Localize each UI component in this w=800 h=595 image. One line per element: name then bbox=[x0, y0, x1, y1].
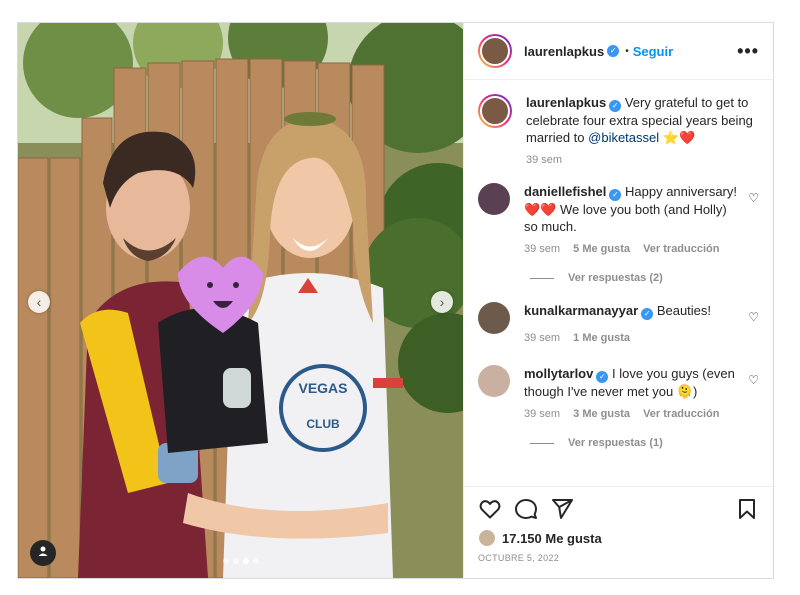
comment-username[interactable]: daniellefishel bbox=[524, 184, 606, 199]
comment-text: Beauties! bbox=[656, 303, 712, 318]
post-date[interactable]: OCTUBRE 5, 2022 bbox=[478, 553, 759, 563]
likes-count[interactable]: 17.150 Me gusta bbox=[502, 531, 602, 546]
comment-avatar[interactable] bbox=[478, 365, 510, 397]
replies-divider bbox=[530, 277, 554, 279]
verified-icon: ✓ bbox=[609, 189, 622, 201]
replies-divider bbox=[530, 442, 554, 444]
caption-mention[interactable]: @biketassel bbox=[588, 130, 659, 145]
carousel-dot-active bbox=[242, 558, 249, 564]
comment-username[interactable]: mollytarlov bbox=[524, 366, 593, 381]
verified-icon: ✓ bbox=[596, 371, 609, 383]
comment-avatar[interactable] bbox=[478, 302, 510, 334]
comment-likes[interactable]: 5 Me gusta bbox=[573, 243, 630, 255]
comment-time[interactable]: 39 sem bbox=[524, 243, 560, 255]
caption: laurenlapkus ✓ Very grateful to get to ce… bbox=[478, 94, 759, 169]
heart-icon[interactable] bbox=[478, 497, 502, 521]
svg-text:CLUB: CLUB bbox=[306, 417, 340, 431]
comments-list: laurenlapkus ✓ Very grateful to get to ce… bbox=[464, 80, 773, 486]
verified-icon: ✓ bbox=[609, 100, 622, 112]
post-actions-area: 17.150 Me gusta OCTUBRE 5, 2022 bbox=[464, 486, 773, 578]
verified-icon: ✓ bbox=[607, 45, 620, 57]
carousel-indicator bbox=[222, 558, 259, 564]
like-comment-heart-icon[interactable]: ♡ bbox=[748, 191, 759, 205]
carousel-prev-button[interactable]: ‹ bbox=[28, 291, 50, 313]
caption-username[interactable]: laurenlapkus bbox=[526, 95, 606, 110]
view-replies-label: Ver respuestas (1) bbox=[568, 437, 663, 449]
comment-likes[interactable]: 1 Me gusta bbox=[573, 332, 630, 344]
like-comment-heart-icon[interactable]: ♡ bbox=[748, 373, 759, 387]
post-photo[interactable]: VEGAS CLUB ‹ › bbox=[18, 23, 463, 578]
translate-link[interactable]: Ver traducción bbox=[643, 243, 719, 255]
verified-icon: ✓ bbox=[641, 308, 654, 320]
translate-link[interactable]: Ver traducción bbox=[643, 408, 719, 420]
view-replies[interactable]: Ver respuestas (2) bbox=[530, 272, 759, 284]
like-comment-heart-icon[interactable]: ♡ bbox=[748, 310, 759, 324]
liker-avatar bbox=[478, 529, 496, 547]
user-icon bbox=[38, 546, 48, 556]
svg-text:VEGAS: VEGAS bbox=[298, 380, 347, 396]
comment-icon[interactable] bbox=[514, 497, 538, 521]
comment-item: mollytarlov ✓ I love you guys (even thoug… bbox=[478, 365, 759, 423]
more-options-icon[interactable]: ••• bbox=[737, 41, 759, 62]
author-username[interactable]: laurenlapkus bbox=[524, 44, 604, 59]
separator-dot: • bbox=[625, 45, 629, 57]
comment-time[interactable]: 39 sem bbox=[524, 408, 560, 420]
comment-username[interactable]: kunalkarmanayyar bbox=[524, 303, 638, 318]
author-avatar[interactable] bbox=[478, 34, 512, 68]
comment-likes[interactable]: 3 Me gusta bbox=[573, 408, 630, 420]
comment-item: daniellefishel ✓ Happy anniversary! ❤️❤️ … bbox=[478, 183, 759, 258]
view-replies[interactable]: Ver respuestas (1) bbox=[530, 437, 759, 449]
tagged-users-button[interactable] bbox=[30, 540, 56, 566]
comment-time[interactable]: 39 sem bbox=[524, 332, 560, 344]
post-side-panel: laurenlapkus ✓ • Seguir ••• laurenlapkus… bbox=[463, 23, 773, 578]
caption-time[interactable]: 39 sem bbox=[526, 154, 562, 166]
post-container: VEGAS CLUB ‹ › laurenlapkus ✓ • Seguir •… bbox=[17, 22, 774, 579]
bookmark-icon[interactable] bbox=[735, 497, 759, 521]
share-icon[interactable] bbox=[550, 497, 574, 521]
comment-item: kunalkarmanayyar ✓ Beauties! 39 sem 1 Me … bbox=[478, 302, 759, 347]
post-header: laurenlapkus ✓ • Seguir ••• bbox=[464, 23, 773, 80]
carousel-dot bbox=[252, 558, 259, 564]
comment-avatar[interactable] bbox=[478, 183, 510, 215]
action-bar bbox=[478, 497, 759, 521]
follow-button[interactable]: Seguir bbox=[633, 44, 673, 59]
photo-scene: VEGAS CLUB bbox=[18, 23, 463, 578]
caption-emojis: ⭐❤️ bbox=[662, 130, 696, 145]
carousel-next-button[interactable]: › bbox=[431, 291, 453, 313]
carousel-dot bbox=[222, 558, 229, 564]
carousel-dot bbox=[232, 558, 239, 564]
view-replies-label: Ver respuestas (2) bbox=[568, 272, 663, 284]
likes-row[interactable]: 17.150 Me gusta bbox=[478, 529, 759, 547]
caption-avatar[interactable] bbox=[478, 94, 512, 128]
